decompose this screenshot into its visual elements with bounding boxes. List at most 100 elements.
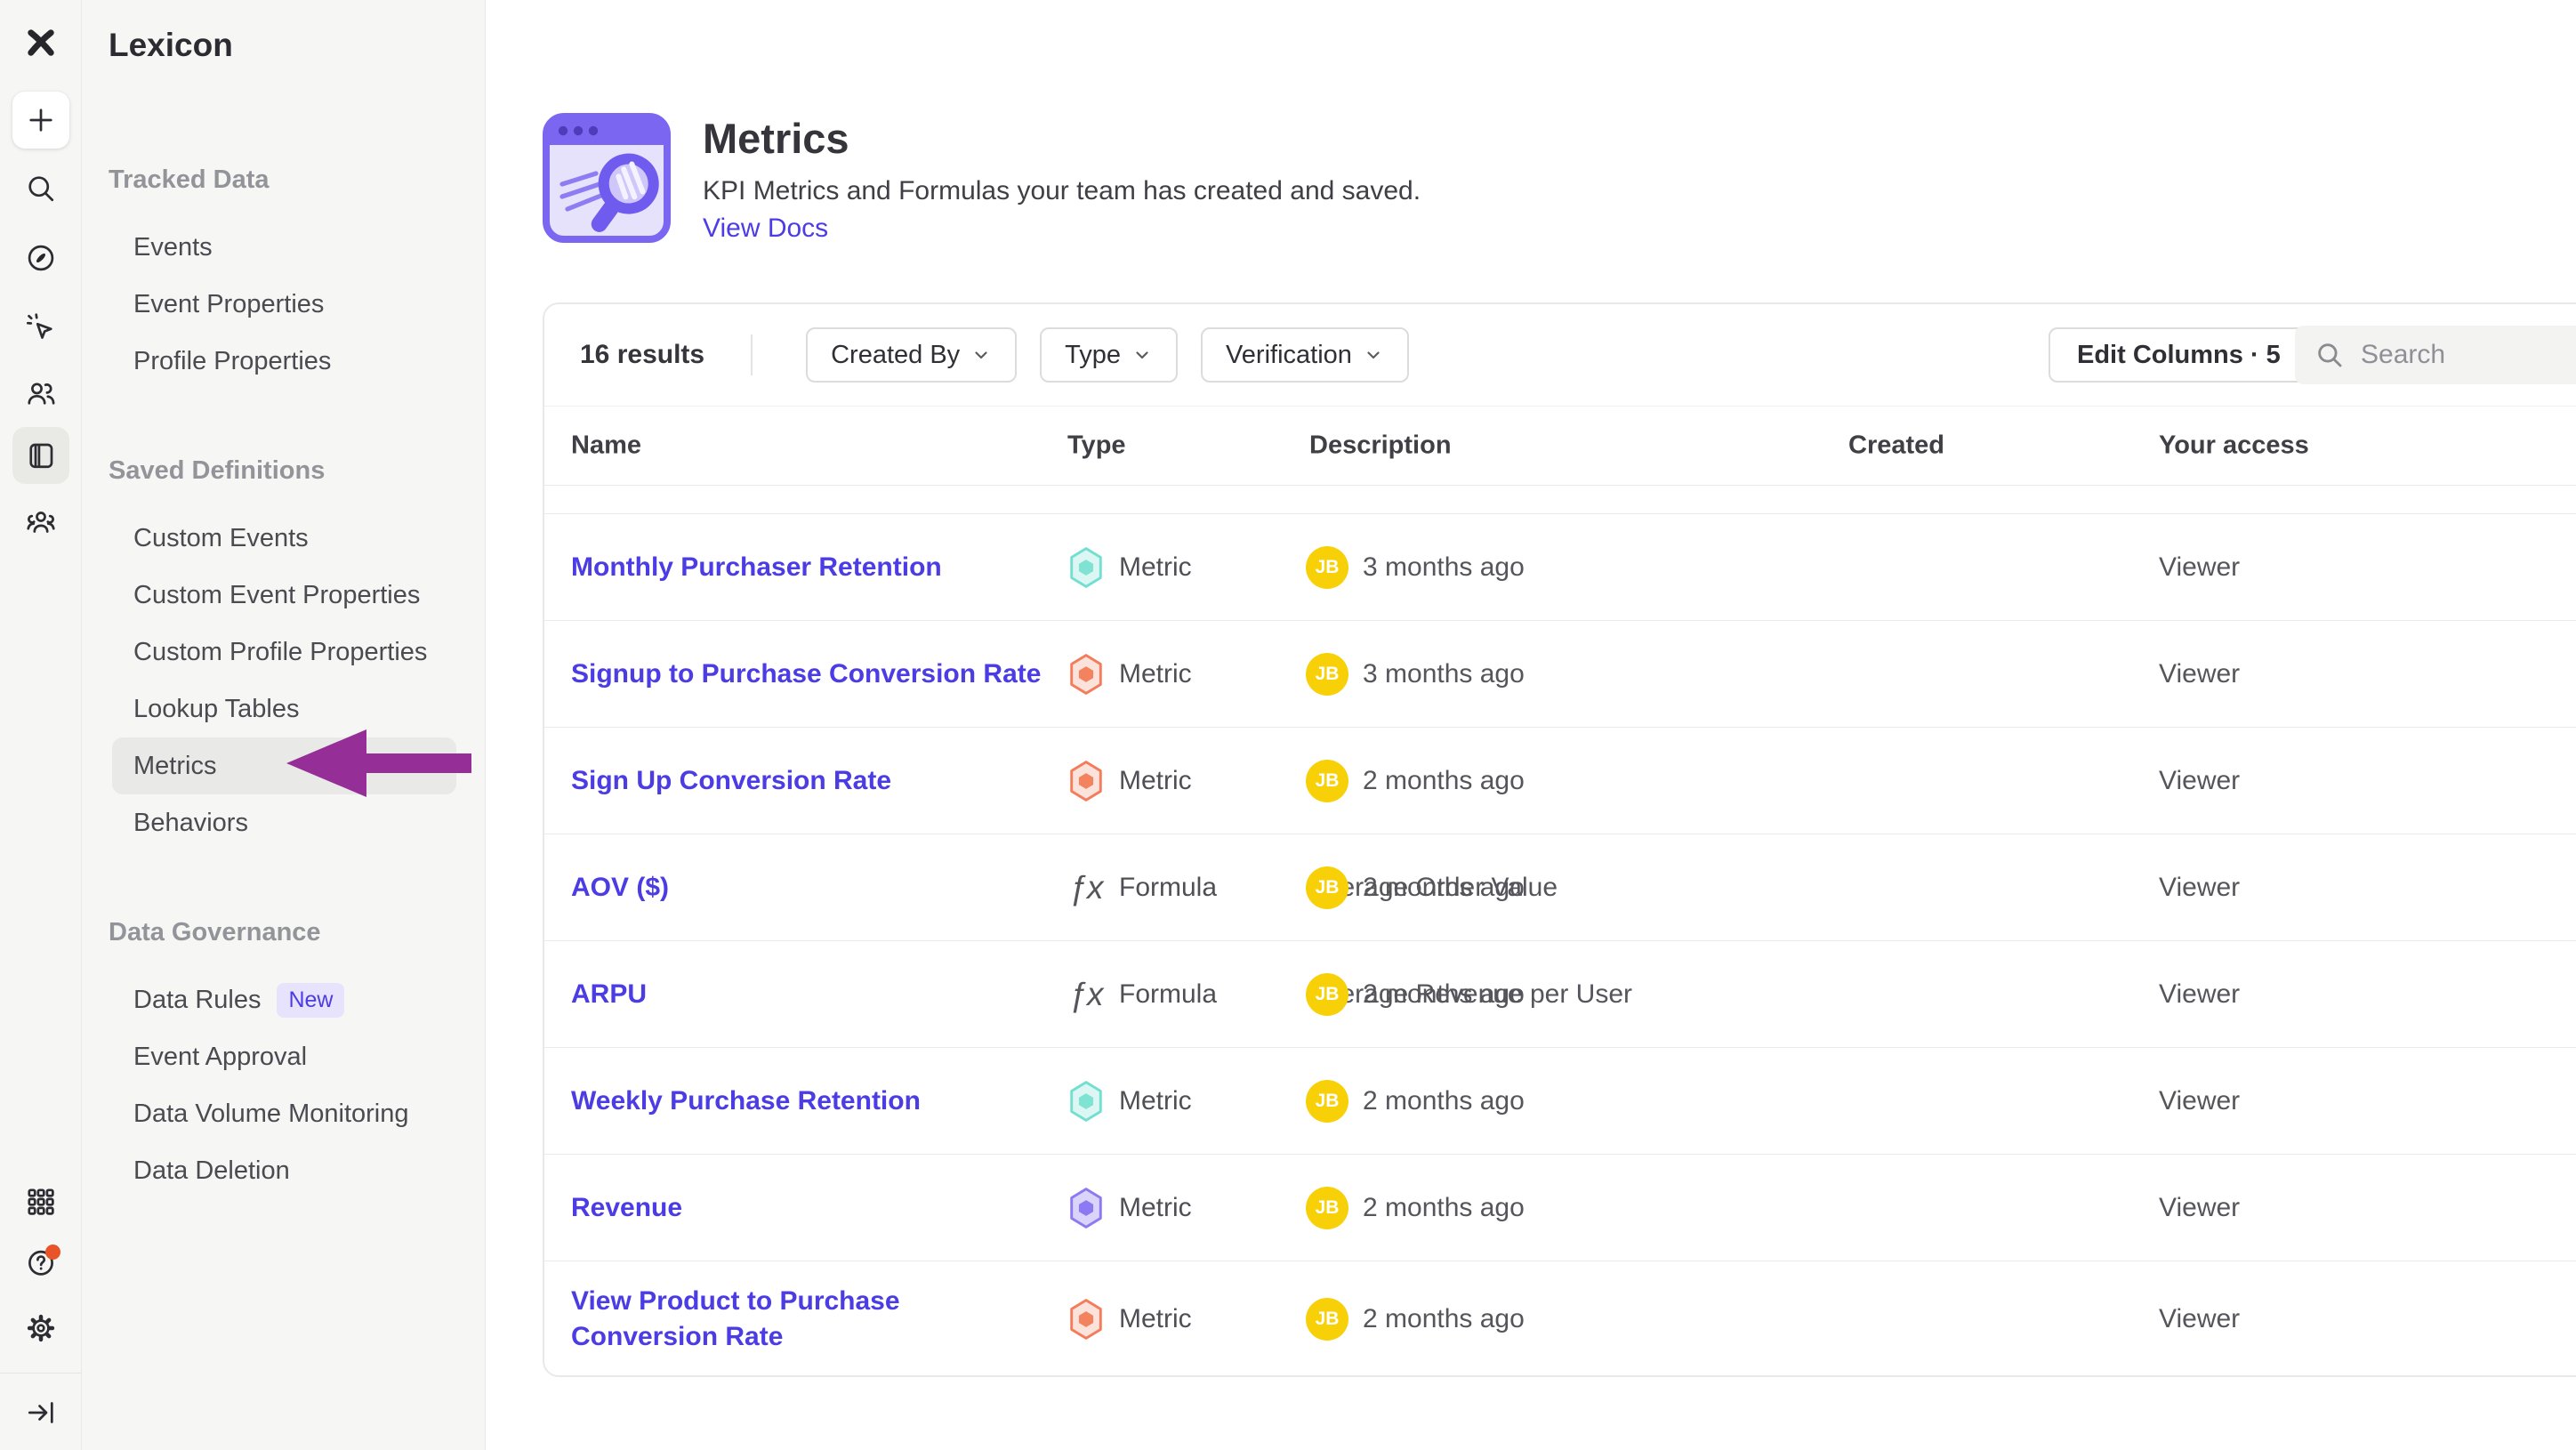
filter-button-type[interactable]: Type xyxy=(1040,327,1178,383)
chevron-down-icon xyxy=(1131,344,1153,366)
access-cell: Viewer xyxy=(2159,1304,2240,1334)
main-content: Metrics KPI Metrics and Formulas your te… xyxy=(487,0,2576,1450)
section-label: Tracked Data xyxy=(82,165,485,191)
sidebar-item-label: Data Deletion xyxy=(133,1156,290,1186)
metric-name-link[interactable]: Monthly Purchaser Retention xyxy=(571,550,1042,585)
results-toolbar: 16 results Created ByTypeVerification Ed… xyxy=(544,304,2576,406)
search-icon[interactable] xyxy=(21,169,60,208)
avatar: JB xyxy=(1306,1298,1348,1341)
table-search[interactable] xyxy=(2295,326,2576,384)
lexicon-book-icon[interactable] xyxy=(12,427,69,484)
avatar: JB xyxy=(1306,546,1348,589)
metric-name-link[interactable]: Signup to Purchase Conversion Rate xyxy=(571,657,1042,692)
filter-group: Created By Type Verification xyxy=(806,327,1432,383)
section-label: Data Governance xyxy=(82,918,485,944)
type-cell: Metric xyxy=(1067,546,1192,589)
compass-icon[interactable] xyxy=(21,238,60,278)
access-cell: Viewer xyxy=(2159,873,2240,903)
sidebar-item-label: Metrics xyxy=(133,752,216,781)
formula-fx-icon: ƒx xyxy=(1067,869,1105,906)
filter-button-created-by[interactable]: Created By xyxy=(806,327,1017,383)
metric-name-link[interactable]: Weekly Purchase Retention xyxy=(571,1083,1042,1119)
column-header-your-access: Your access xyxy=(2159,431,2309,461)
filter-label: Created By xyxy=(831,341,960,370)
group-icon[interactable] xyxy=(21,503,60,542)
table-row: AOV ($)ƒxFormulaAverage Order ValueJB2 m… xyxy=(544,834,2576,941)
avatar: JB xyxy=(1306,1080,1348,1123)
gear-icon[interactable] xyxy=(21,1309,60,1348)
sidebar-item-label: Data Rules xyxy=(133,986,261,1015)
app-rail xyxy=(0,0,82,1450)
sidebar-item-custom-events[interactable]: Custom Events xyxy=(112,510,456,567)
sidebar-title: Lexicon xyxy=(82,0,485,75)
help-icon[interactable] xyxy=(21,1243,60,1282)
notification-dot xyxy=(45,1245,60,1260)
type-label: Metric xyxy=(1119,766,1192,796)
apps-grid-icon[interactable] xyxy=(21,1182,60,1221)
table-row: Monthly Purchaser Retention Metric JB 3 mon… xyxy=(544,514,2576,621)
type-label: Metric xyxy=(1119,1304,1192,1334)
created-cell: 2 months ago xyxy=(1363,1193,1525,1223)
sidebar-item-profile-properties[interactable]: Profile Properties xyxy=(112,333,456,390)
sidebar-sections: Tracked Data Events Event PropertiesProfil… xyxy=(82,165,485,1199)
type-cell: Metric xyxy=(1067,1080,1192,1123)
view-docs-link[interactable]: View Docs xyxy=(703,213,828,244)
table-row: Weekly Purchase RetentionMetricJB2 month… xyxy=(544,1048,2576,1155)
filter-label: Verification xyxy=(1226,341,1352,370)
metric-name-link[interactable]: ARPU xyxy=(571,977,1042,1012)
metric-name-link[interactable]: Revenue xyxy=(571,1190,1042,1226)
page-title: Metrics xyxy=(703,114,849,163)
created-cell: 3 months ago xyxy=(1363,552,1525,583)
created-cell: 2 months ago xyxy=(1363,766,1525,796)
sidebar-section: Data Governance Data RulesNew Event Approv… xyxy=(82,918,485,1199)
sidebar-item-event-approval[interactable]: Event Approval xyxy=(112,1028,456,1085)
metric-name-link[interactable]: AOV ($) xyxy=(571,870,1042,906)
users-icon[interactable] xyxy=(21,374,60,413)
sidebar-item-custom-profile-properties[interactable]: Custom Profile Properties xyxy=(112,624,456,681)
sidebar-item-data-deletion[interactable]: Data Deletion xyxy=(112,1142,456,1199)
chevron-down-icon xyxy=(1363,344,1384,366)
lexicon-sidebar: Lexicon Tracked Data Events Event Properti… xyxy=(82,0,486,1450)
collapse-icon[interactable] xyxy=(21,1393,60,1432)
access-cell: Viewer xyxy=(2159,766,2240,796)
table-row: RevenueMetricJB2 months agoViewer xyxy=(544,1155,2576,1261)
access-cell: Viewer xyxy=(2159,659,2240,689)
sidebar-item-label: Custom Events xyxy=(133,524,309,553)
search-input[interactable] xyxy=(2361,340,2565,370)
sidebar-item-data-volume-monitoring[interactable]: Data Volume Monitoring xyxy=(112,1085,456,1142)
edit-columns-button[interactable]: Edit Columns · 5 xyxy=(2049,327,2309,383)
sidebar-item-behaviors[interactable]: Behaviors xyxy=(112,794,456,851)
sidebar-item-data-rules[interactable]: Data RulesNew xyxy=(112,971,456,1028)
avatar: JB xyxy=(1306,973,1348,1016)
filter-button-verification[interactable]: Verification xyxy=(1201,327,1409,383)
avatar: JB xyxy=(1306,653,1348,696)
type-label: Metric xyxy=(1119,1086,1192,1116)
sidebar-item-label: Lookup Tables xyxy=(133,695,300,724)
cursor-click-icon[interactable] xyxy=(21,308,60,347)
sidebar-item-events[interactable]: Events xyxy=(112,219,456,276)
sidebar-item-label: Event Approval xyxy=(133,1043,307,1072)
metrics-app-icon xyxy=(541,110,672,246)
metric-name-link[interactable]: Sign Up Conversion Rate xyxy=(571,763,1042,799)
plus-icon[interactable] xyxy=(12,92,69,149)
access-cell: Viewer xyxy=(2159,1193,2240,1223)
column-header-type: Type xyxy=(1067,431,1126,461)
metric-hexagon-orange xyxy=(1067,653,1105,696)
column-header-description: Description xyxy=(1309,431,1452,461)
annotation-arrow xyxy=(286,728,471,799)
avatar: JB xyxy=(1306,866,1348,909)
sidebar-section: Tracked Data Events Event PropertiesProfil… xyxy=(82,165,485,390)
type-label: Metric xyxy=(1119,552,1192,583)
column-header-name: Name xyxy=(571,431,641,461)
sidebar-item-custom-event-properties[interactable]: Custom Event Properties xyxy=(112,567,456,624)
created-cell: 2 months ago xyxy=(1363,1304,1525,1334)
sidebar-item-event-properties[interactable]: Event Properties xyxy=(112,276,456,333)
type-cell: Metric xyxy=(1067,760,1192,802)
sidebar-item-label: Events xyxy=(133,233,213,262)
mixpanel-logo xyxy=(21,23,60,62)
table-body: Monthly Purchaser Retention Metric JB 3 mon… xyxy=(544,486,2576,1377)
access-cell: Viewer xyxy=(2159,1086,2240,1116)
created-cell: 3 months ago xyxy=(1363,659,1525,689)
metric-name-link[interactable]: View Product to Purchase Conversion Rate xyxy=(571,1284,1042,1355)
type-label: Formula xyxy=(1119,979,1217,1010)
